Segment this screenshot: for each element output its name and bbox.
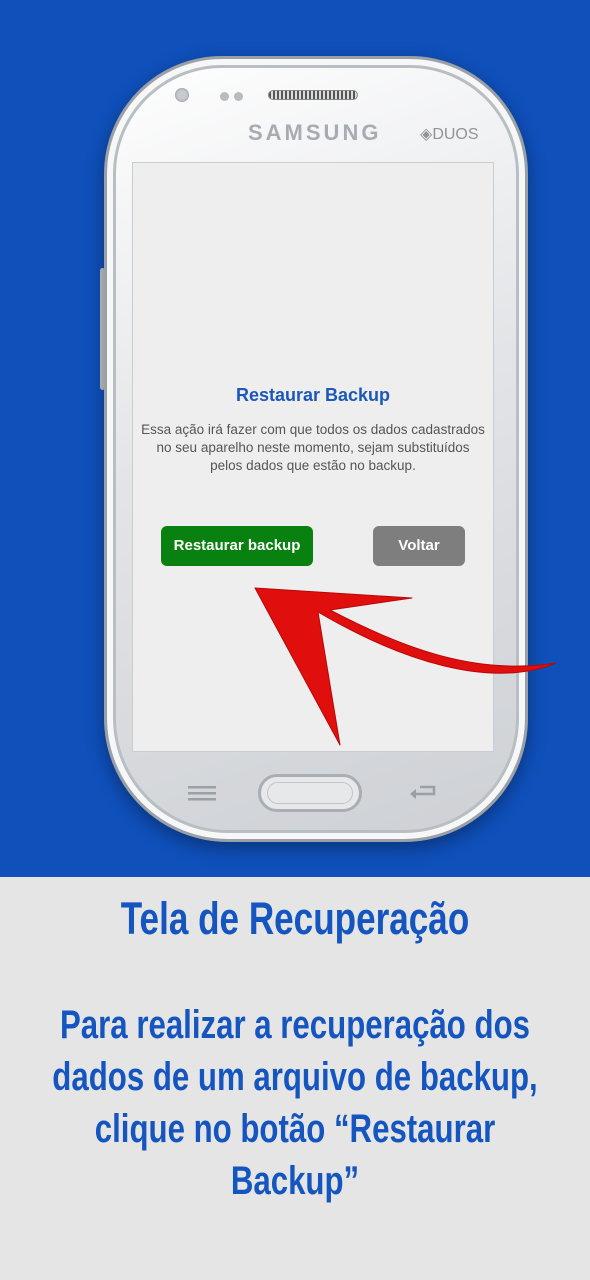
caption-panel: Tela de Recuperação Para realizar a recu… (0, 877, 590, 1280)
earpiece-speaker (268, 90, 358, 100)
duos-badge: ◈DUOS (420, 124, 479, 144)
phone-screen: Restaurar Backup Essa ação irá fazer com… (132, 162, 494, 752)
sensor-icon (234, 92, 243, 101)
front-camera-icon (175, 88, 189, 102)
duos-label: DUOS (432, 126, 479, 143)
caption-body: Para realizar a recuperação dos dados de… (52, 1003, 538, 1203)
duos-icon: ◈ (420, 126, 433, 143)
dialog-message: Essa ação irá fazer com que todos os dad… (141, 422, 485, 473)
sensor-icon (220, 92, 229, 101)
restore-backup-button[interactable]: Restaurar backup (161, 526, 313, 566)
back-button[interactable]: Voltar (373, 526, 465, 566)
brand-logo: SAMSUNG (248, 120, 382, 145)
dialog-title: Restaurar Backup (235, 385, 391, 405)
caption-title: Tela de Recuperação (120, 893, 470, 944)
back-icon[interactable] (406, 780, 440, 804)
home-button[interactable] (258, 774, 362, 812)
menu-icon[interactable] (186, 783, 220, 803)
